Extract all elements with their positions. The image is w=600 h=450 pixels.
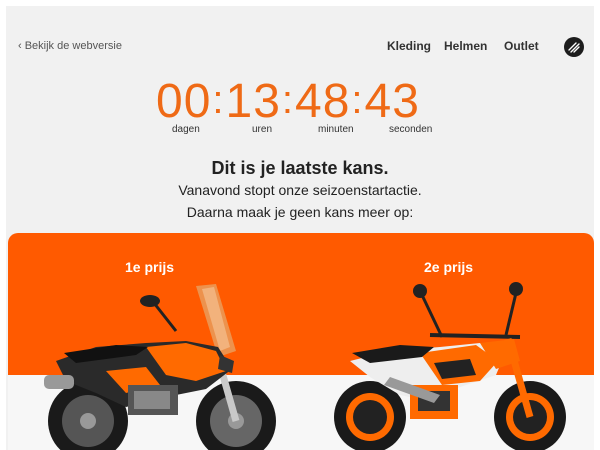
countdown-seconds: 43 <box>364 75 420 128</box>
countdown-hours: 13 <box>225 75 281 128</box>
nav-helmen[interactable]: Helmen <box>444 39 487 53</box>
view-web-version-link[interactable]: ‹ Bekijk de webversie <box>18 40 122 52</box>
brand-logo-icon[interactable] <box>564 37 584 57</box>
countdown-separator: : <box>212 78 225 122</box>
prize-2-title: 2e prijs <box>424 259 474 275</box>
countdown-digits: 00:13:48:43 <box>156 74 420 129</box>
label-seconden: seconden <box>389 124 433 135</box>
countdown-separator: : <box>281 78 295 122</box>
adventure-motorcycle-icon[interactable] <box>36 281 286 450</box>
countdown-days: 00 <box>156 75 212 128</box>
nav-outlet[interactable]: Outlet <box>504 39 539 53</box>
label-minuten: minuten <box>318 124 354 135</box>
subtext-line-1: Vanavond stopt onze seizoenstartactie. <box>178 182 422 198</box>
supermoto-motorcycle-icon[interactable] <box>330 277 570 450</box>
nav-kleding[interactable]: Kleding <box>387 39 431 53</box>
email-canvas: ‹ Bekijk de webversie Kleding Helmen Out… <box>6 6 594 450</box>
prizes-panel: 1e prijs 2e prijs <box>8 233 594 450</box>
headline: Dit is je laatste kans. <box>211 158 389 178</box>
countdown-minutes: 48 <box>295 75 351 128</box>
label-uren: uren <box>252 124 273 135</box>
label-dagen: dagen <box>172 124 200 135</box>
subtext-line-2: Daarna maak je geen kans meer op: <box>186 204 414 220</box>
countdown-separator: : <box>351 78 364 122</box>
countdown-timer: 00:13:48:43 dagen uren minuten seconden <box>6 74 594 144</box>
email-header: ‹ Bekijk de webversie Kleding Helmen Out… <box>6 6 594 66</box>
prize-1-title: 1e prijs <box>125 259 175 275</box>
